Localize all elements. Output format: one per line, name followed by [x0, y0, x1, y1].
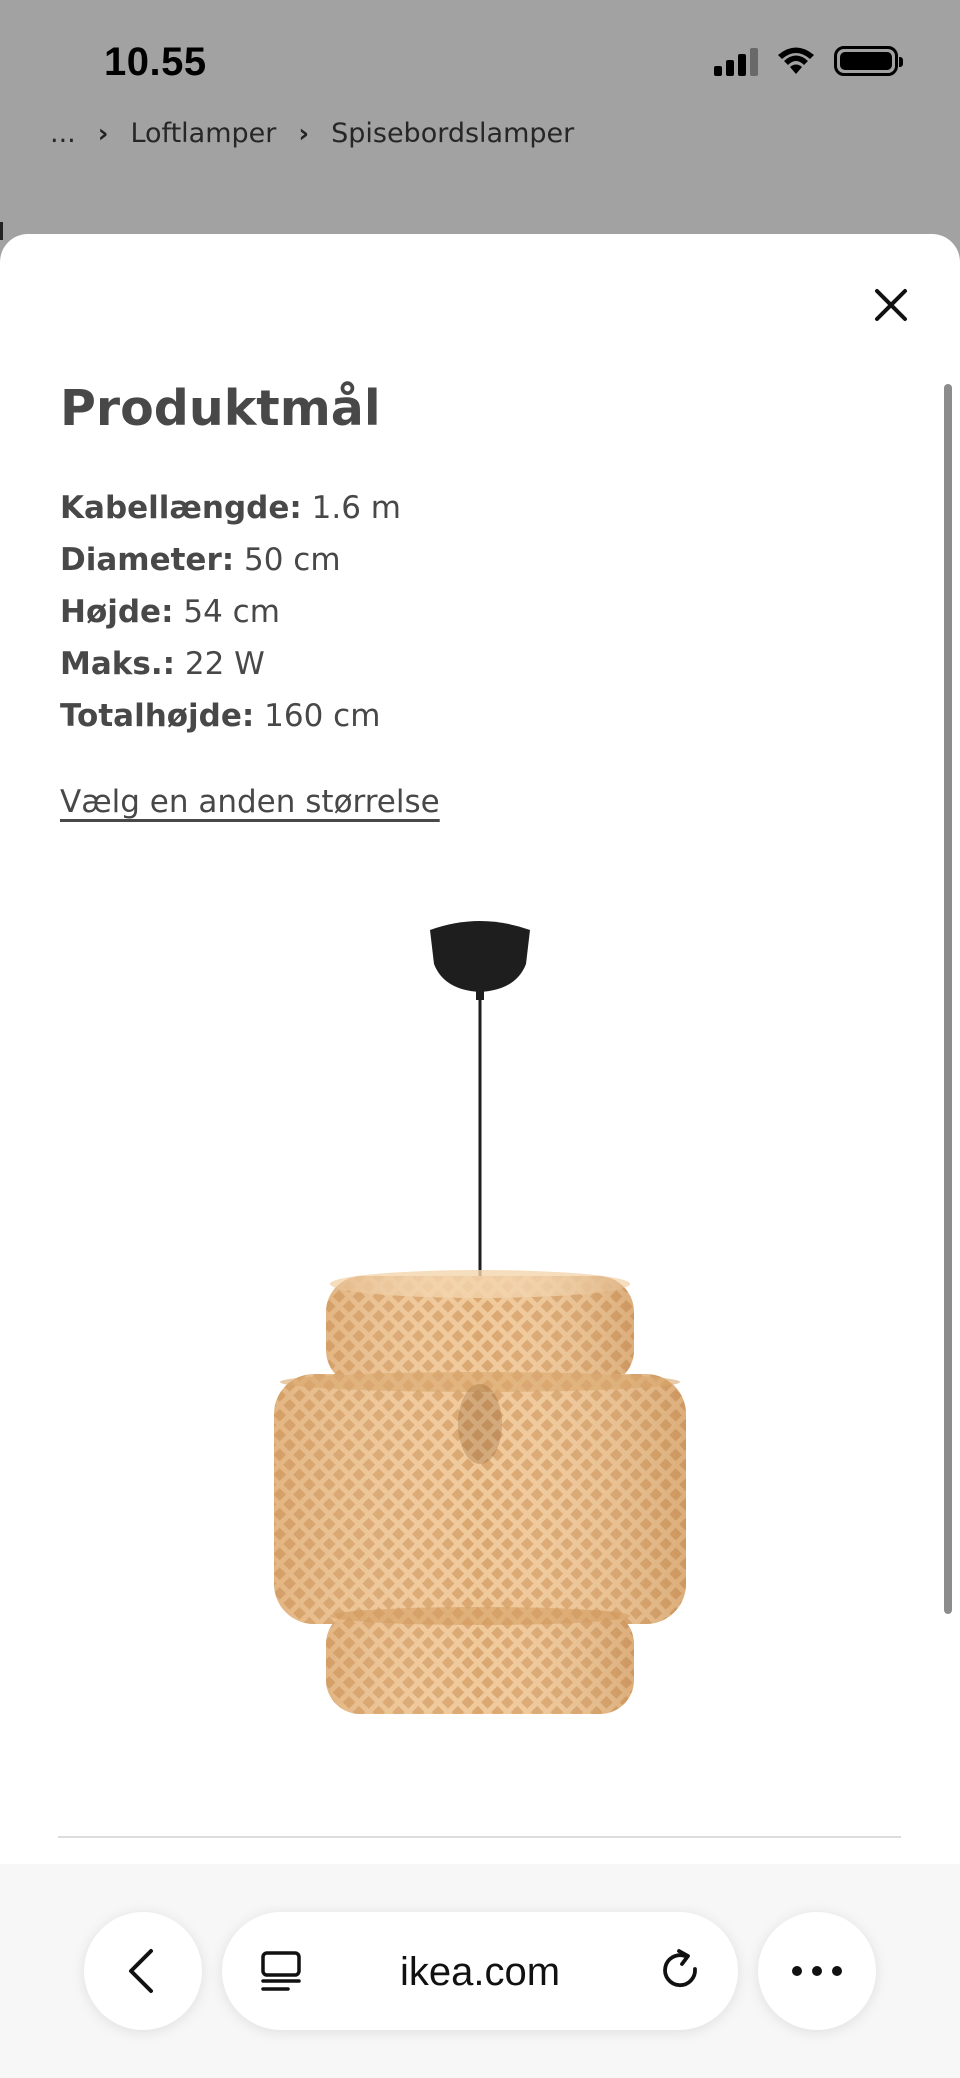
- spec-value: 22 W: [184, 646, 265, 682]
- scrollbar[interactable]: [944, 384, 952, 1614]
- spec-row-cable-length: Kabellængde: 1.6 m: [60, 482, 401, 534]
- more-icon: [792, 1966, 842, 1976]
- spec-row-height: Højde: 54 cm: [60, 586, 401, 638]
- spec-row-max-watt: Maks.: 22 W: [60, 638, 401, 690]
- cellular-signal-icon: [714, 46, 758, 76]
- breadcrumb-item-loftlamper[interactable]: Loftlamper: [130, 118, 276, 149]
- breadcrumb-item-spisebordslamper[interactable]: Spisebordslamper: [331, 118, 574, 149]
- spec-value: 1.6 m: [311, 490, 401, 526]
- more-button[interactable]: [758, 1912, 876, 2030]
- spec-value: 50 cm: [244, 542, 341, 578]
- spec-list: Kabellængde: 1.6 m Diameter: 50 cm Højde…: [60, 482, 401, 742]
- breadcrumb: ... › Loftlamper › Spisebordslamper: [50, 118, 574, 149]
- back-button[interactable]: [84, 1912, 202, 2030]
- spec-label: Maks.:: [60, 646, 176, 682]
- spec-label: Totalhøjde:: [60, 698, 255, 734]
- back-icon: [129, 1949, 153, 1993]
- status-icons: [714, 46, 903, 76]
- spec-value: 54 cm: [183, 594, 280, 630]
- product-dimensions-sheet: Produktmål Kabellængde: 1.6 m Diameter: …: [0, 234, 960, 2078]
- browser-toolbar: ikea.com: [0, 1864, 960, 2078]
- pendant-lamp-image: [274, 921, 686, 1714]
- wifi-icon: [778, 47, 814, 74]
- address-bar[interactable]: ikea.com: [222, 1912, 738, 2030]
- reload-icon[interactable]: [658, 1948, 704, 1994]
- choose-other-size-link[interactable]: Vælg en anden størrelse: [60, 784, 440, 820]
- chevron-right-icon: ›: [97, 118, 109, 149]
- status-time: 10.55: [104, 40, 207, 84]
- chevron-right-icon: ›: [298, 118, 310, 149]
- breadcrumb-ellipsis[interactable]: ...: [50, 118, 76, 149]
- spec-value: 160 cm: [264, 698, 381, 734]
- spec-label: Diameter:: [60, 542, 235, 578]
- close-button[interactable]: [866, 280, 916, 330]
- background-edge: [0, 222, 3, 240]
- spec-label: Kabellængde:: [60, 490, 302, 526]
- divider: [58, 1836, 901, 1838]
- battery-icon: [834, 46, 903, 76]
- sheet-title: Produktmål: [60, 380, 381, 437]
- spec-row-total-height: Totalhøjde: 160 cm: [60, 690, 401, 742]
- status-bar: 10.55: [0, 0, 960, 118]
- close-icon: [875, 289, 907, 321]
- spec-label: Højde:: [60, 594, 174, 630]
- spec-row-diameter: Diameter: 50 cm: [60, 534, 401, 586]
